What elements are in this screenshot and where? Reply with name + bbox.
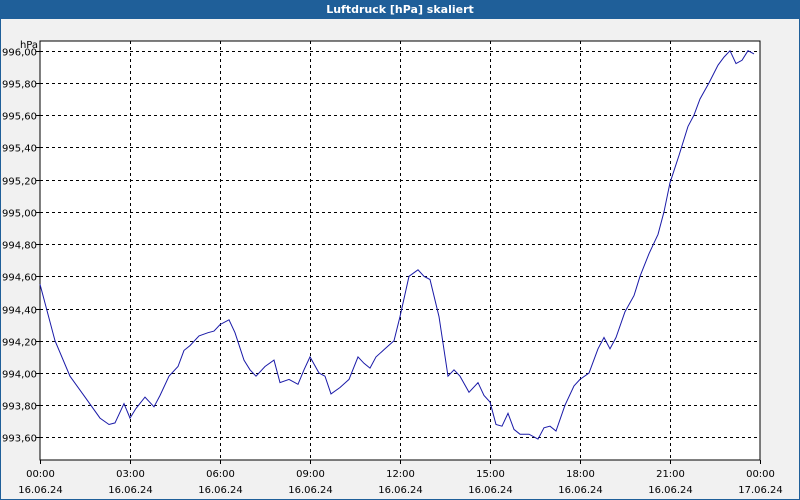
y-tick-label: 995,80	[2, 80, 37, 91]
x-tick-date: 16.06.24	[468, 485, 513, 496]
x-tick-date: 16.06.24	[648, 485, 693, 496]
x-tick-time: 18:00	[566, 469, 595, 480]
y-tick-label: 994,40	[2, 306, 37, 317]
x-tick-time: 06:00	[206, 469, 235, 480]
y-axis-label: hPa	[20, 40, 38, 51]
y-tick-label: 994,60	[2, 273, 37, 284]
x-tick-time: 00:00	[26, 469, 55, 480]
x-tick-time: 15:00	[476, 469, 505, 480]
line-chart: 993,60 993,80 994,00 994,20 994,40 994,60 994,…	[2, 40, 783, 496]
x-axis: 00:00 16.06.24 03:00 16.06.24 06:00 16.06.24 0…	[18, 460, 783, 496]
x-tick-date: 16.06.24	[18, 485, 63, 496]
y-tick-label: 995,20	[2, 177, 37, 188]
x-tick-time: 12:00	[386, 469, 415, 480]
x-tick-date: 17.06.24	[738, 485, 783, 496]
x-tick-date: 16.06.24	[558, 485, 603, 496]
y-tick-label: 995,60	[2, 112, 37, 123]
x-tick-date: 16.06.24	[108, 485, 153, 496]
x-tick-time: 03:00	[116, 469, 145, 480]
x-tick-date: 16.06.24	[378, 485, 423, 496]
y-tick-label: 994,20	[2, 338, 37, 349]
y-tick-label: 993,60	[2, 434, 37, 445]
x-tick-time: 09:00	[296, 469, 325, 480]
y-axis: 993,60 993,80 994,00 994,20 994,40 994,60 994,…	[2, 48, 40, 445]
y-tick-label: 994,00	[2, 370, 37, 381]
y-tick-label: 994,80	[2, 241, 37, 252]
x-tick-date: 16.06.24	[198, 485, 243, 496]
y-tick-label: 995,00	[2, 209, 37, 220]
y-tick-label: 995,40	[2, 144, 37, 155]
x-tick-time: 00:00	[746, 469, 775, 480]
x-tick-date: 16.06.24	[288, 485, 333, 496]
y-tick-label: 993,80	[2, 402, 37, 413]
x-tick-time: 21:00	[656, 469, 685, 480]
